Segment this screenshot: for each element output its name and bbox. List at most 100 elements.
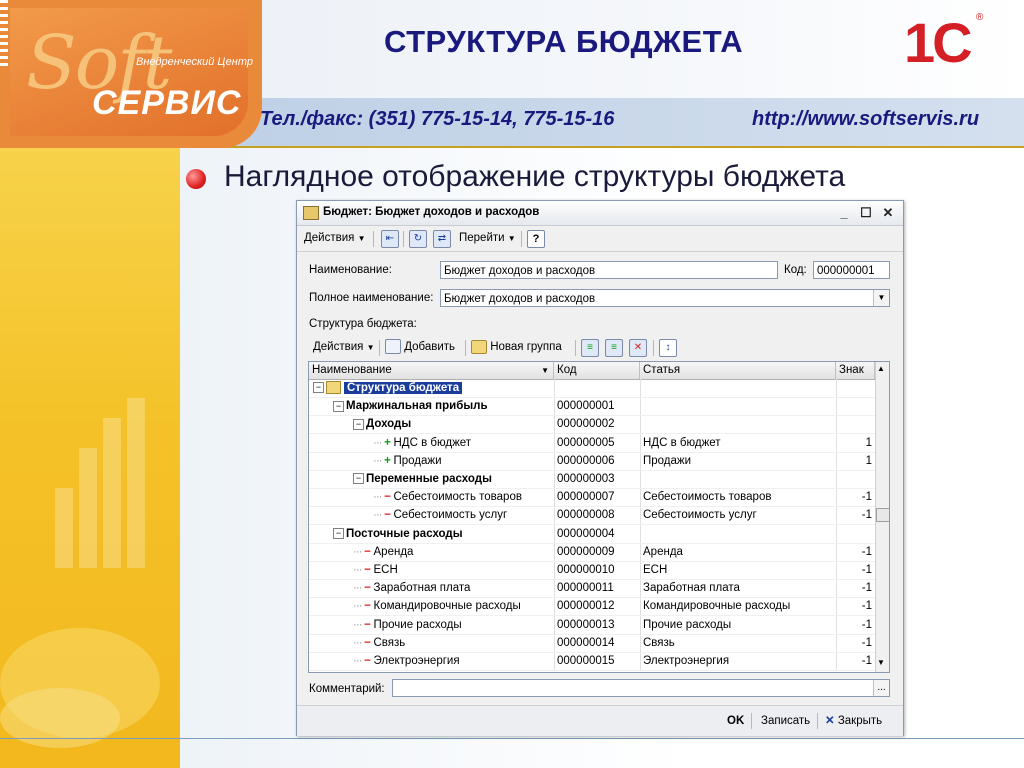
delete-button[interactable]: ✕ — [629, 339, 647, 357]
add-button[interactable]: Добавить — [385, 339, 455, 356]
swap-icon: ⇄ — [433, 230, 451, 248]
cell-article: Командировочные расходы — [643, 600, 791, 613]
cell-code — [557, 379, 639, 397]
column-name-label: Наименование — [312, 364, 392, 376]
table-row[interactable]: ··· − Заработная плата 000000011 Заработная … — [309, 579, 875, 599]
table-row[interactable]: ··· − Командировочные расходы 000000012 Кома… — [309, 597, 875, 617]
slide-title: СТРУКТУРА БЮДЖЕТА — [384, 24, 744, 59]
cell-sign — [836, 470, 872, 488]
table-row[interactable]: − Переменные расходы 000000003 — [309, 470, 875, 489]
cell-article: Связь — [643, 636, 675, 649]
cell-name: − Структура бюджета — [313, 379, 553, 397]
actions-menu[interactable]: Действия ▼ — [304, 230, 366, 247]
scroll-thumb[interactable] — [876, 508, 889, 522]
collapse-toggle-icon[interactable]: − — [333, 528, 344, 540]
minimize-button[interactable]: _ — [835, 204, 853, 221]
help-icon: ? — [527, 230, 545, 248]
document-icon — [303, 206, 319, 220]
window-footer: OK Записать ✕ Закрыть — [297, 705, 903, 736]
sort-button[interactable]: ↕ — [659, 339, 677, 357]
help-button[interactable]: ? — [527, 230, 545, 248]
code-field[interactable]: 000000001 — [813, 261, 890, 279]
row-name-label: Командировочные расходы — [373, 600, 521, 613]
comment-field[interactable]: ... — [392, 679, 890, 697]
new-group-button[interactable]: Новая группа — [471, 339, 562, 356]
collapse-toggle-icon[interactable]: − — [333, 400, 344, 412]
ok-button[interactable]: OK — [727, 713, 744, 730]
fullname-label: Полное наименование: — [309, 292, 434, 304]
goto-menu[interactable]: Перейти ▼ — [459, 230, 516, 247]
row-name-label: Продажи — [393, 454, 442, 467]
column-header-name[interactable]: Наименование ▼ — [309, 362, 554, 379]
table-row[interactable]: − Маржинальная прибыль 000000001 — [309, 397, 875, 417]
table-row[interactable]: ··· − Прочие расходы 000000013 Прочие расход… — [309, 616, 875, 635]
brand-1c-logo: 1С — [904, 11, 973, 74]
chevron-down-icon: ▼ — [541, 366, 549, 375]
cell-code: 000000012 — [557, 600, 615, 613]
refresh-icon: ↻ — [409, 230, 427, 248]
table-row[interactable]: ··· + Продажи 000000006 Продажи 1 — [309, 452, 875, 471]
chevron-down-icon: ▼ — [507, 234, 516, 243]
window-titlebar[interactable]: Бюджет: Бюджет доходов и расходов _ ☐ ✕ — [297, 201, 903, 226]
comment-select-button[interactable]: ... — [873, 680, 889, 696]
cell-article: Себестоимость товаров — [643, 491, 772, 504]
actions-menu-label: Действия — [304, 232, 355, 244]
table-row[interactable]: − Доходы 000000002 — [309, 415, 875, 435]
move-back-button[interactable]: ⇤ — [381, 230, 399, 248]
cell-code: 000000008 — [557, 509, 615, 522]
cell-sign: -1 — [861, 618, 872, 631]
structure-actions-label: Действия — [313, 341, 364, 353]
toolbar-separator — [465, 340, 466, 356]
collapse-toggle-icon[interactable]: − — [313, 382, 324, 394]
close-button[interactable]: ✕ — [879, 204, 897, 221]
column-header-sign[interactable]: Знак — [836, 362, 875, 379]
scroll-up-icon[interactable]: ▲ — [877, 364, 885, 373]
table-row[interactable]: ··· − Электроэнергия 000000015 Электроэнерги… — [309, 652, 875, 671]
close-form-button[interactable]: ✕ Закрыть — [825, 713, 882, 730]
cell-name: ··· − Заработная плата — [353, 579, 553, 597]
table-row[interactable]: ··· − Связь 000000014 Связь -1 — [309, 634, 875, 653]
minus-icon: − — [364, 582, 371, 595]
table-row[interactable]: ··· − ЕСН 000000010 ЕСН -1 — [309, 561, 875, 580]
fullname-value: Бюджет доходов и расходов — [444, 293, 596, 305]
grid-scrollbar[interactable]: ▲ ▼ — [875, 362, 889, 672]
table-row[interactable]: ··· − Себестоимость услуг 000000008 Себестои… — [309, 506, 875, 526]
scroll-down-icon[interactable]: ▼ — [877, 658, 885, 667]
cell-article: ЕСН — [643, 564, 668, 576]
move-down-button[interactable]: ≡ — [605, 339, 623, 357]
tree-connector: ··· — [373, 509, 382, 522]
refresh-button[interactable]: ↻ — [409, 230, 427, 248]
maximize-button[interactable]: ☐ — [857, 204, 875, 221]
close-form-label: Закрыть — [837, 715, 883, 727]
move-up-button[interactable]: ≡ — [581, 339, 599, 357]
column-header-code[interactable]: Код — [554, 362, 640, 379]
contact-website[interactable]: http://www.softservis.ru — [752, 108, 979, 131]
logo-servis-text: СЕРВИС — [92, 84, 242, 122]
cell-sign — [836, 415, 872, 433]
row-name-label: ЕСН — [373, 564, 398, 576]
collapse-toggle-icon[interactable]: − — [353, 418, 364, 430]
cell-name: ··· + Продажи — [373, 452, 553, 470]
grid-header: Наименование ▼ Код Статья Знак — [309, 362, 875, 380]
cell-article: Аренда — [643, 545, 683, 558]
save-button[interactable]: Записать — [761, 713, 810, 730]
minus-icon: − — [384, 509, 391, 522]
toolbar-separator — [373, 231, 374, 247]
close-icon: ✕ — [825, 715, 835, 727]
cell-sign — [836, 525, 872, 543]
structure-actions-menu[interactable]: Действия ▼ — [313, 339, 375, 356]
row-name-label: Заработная плата — [373, 582, 471, 595]
collapse-toggle-icon[interactable]: − — [353, 473, 364, 485]
swap-button[interactable]: ⇄ — [433, 230, 451, 248]
fullname-field[interactable]: Бюджет доходов и расходов ▼ — [440, 289, 890, 307]
row-name-label: Доходы — [366, 418, 412, 431]
table-row[interactable]: − Посточные расходы 000000004 — [309, 525, 875, 544]
chevron-down-icon[interactable]: ▼ — [873, 290, 889, 306]
name-field[interactable]: Бюджет доходов и расходов — [440, 261, 778, 279]
column-header-article[interactable]: Статья — [640, 362, 836, 379]
table-row[interactable]: − Структура бюджета — [309, 379, 875, 398]
table-row[interactable]: ··· − Себестоимость товаров 000000007 Себест… — [309, 488, 875, 508]
table-row[interactable]: ··· − Аренда 000000009 Аренда -1 — [309, 543, 875, 562]
table-row[interactable]: ··· + НДС в бюджет 000000005 НДС в бюджет 1 — [309, 434, 875, 453]
cell-code: 000000004 — [557, 527, 615, 540]
